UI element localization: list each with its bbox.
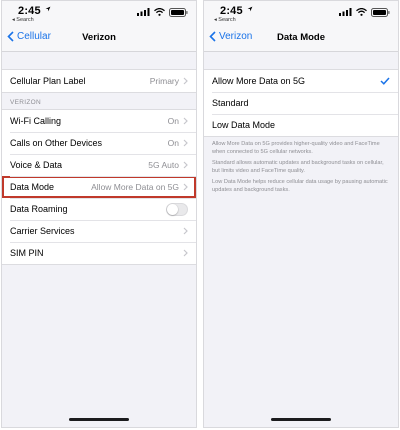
row-value: Allow More Data on 5G bbox=[91, 182, 179, 192]
plan-label-group: Cellular Plan Label Primary bbox=[2, 69, 196, 93]
chevron-right-icon bbox=[183, 77, 188, 85]
row-value: Primary bbox=[149, 76, 179, 86]
battery-icon bbox=[169, 7, 188, 17]
status-time: 2:45 bbox=[220, 5, 243, 17]
verizon-settings-screen: 2:45 ◂ Search Cellular Verizon Cellular … bbox=[1, 0, 197, 428]
home-indicator bbox=[69, 418, 129, 421]
navigation-bar: Cellular Verizon bbox=[2, 25, 196, 52]
wifi-icon bbox=[154, 8, 165, 16]
chevron-right-icon bbox=[183, 249, 188, 257]
signal-bars-icon bbox=[137, 8, 150, 16]
carrier-services-row[interactable]: Carrier Services bbox=[2, 220, 196, 242]
status-bar: 2:45 ◂ Search bbox=[204, 1, 398, 25]
location-arrow-icon bbox=[45, 6, 51, 12]
sim-pin-row[interactable]: SIM PIN bbox=[2, 242, 196, 264]
status-time: 2:45 bbox=[18, 5, 41, 17]
checkmark-icon bbox=[380, 77, 390, 85]
option-low-data-mode[interactable]: Low Data Mode bbox=[204, 114, 398, 136]
option-label: Low Data Mode bbox=[212, 120, 276, 130]
voice-and-data-row[interactable]: Voice & Data 5G Auto bbox=[2, 154, 196, 176]
home-indicator bbox=[271, 418, 331, 421]
navigation-bar: Verizon Data Mode bbox=[204, 25, 398, 52]
system-icons bbox=[137, 7, 188, 17]
location-arrow-icon bbox=[247, 6, 253, 12]
back-to-search-link[interactable]: ◂ Search bbox=[12, 17, 34, 23]
section-header-verizon: VERIZON bbox=[10, 99, 41, 106]
chevron-right-icon bbox=[183, 139, 188, 147]
row-label: Carrier Services bbox=[10, 226, 75, 236]
data-mode-screen: 2:45 ◂ Search Verizon Data Mode Allow Mo… bbox=[203, 0, 399, 428]
row-value: On bbox=[167, 116, 179, 126]
battery-icon bbox=[371, 7, 390, 17]
chevron-right-icon bbox=[183, 227, 188, 235]
wifi-calling-row[interactable]: Wi-Fi Calling On bbox=[2, 110, 196, 132]
row-label: Voice & Data bbox=[10, 160, 63, 170]
footnote-standard: Standard allows automatic updates and ba… bbox=[212, 160, 384, 174]
data-mode-options-group: Allow More Data on 5G Standard Low Data … bbox=[204, 69, 398, 137]
option-label: Allow More Data on 5G bbox=[212, 76, 306, 86]
back-to-search-link[interactable]: ◂ Search bbox=[214, 17, 236, 23]
row-label: Wi-Fi Calling bbox=[10, 116, 62, 126]
row-label: SIM PIN bbox=[10, 248, 44, 258]
back-button-verizon[interactable]: Verizon bbox=[209, 31, 252, 42]
row-value: On bbox=[167, 138, 179, 148]
option-label: Standard bbox=[212, 98, 249, 108]
back-button-label: Verizon bbox=[219, 31, 253, 42]
back-button-label: Cellular bbox=[17, 31, 51, 42]
row-label: Data Roaming bbox=[10, 204, 68, 214]
wifi-icon bbox=[356, 8, 367, 16]
calls-on-other-devices-row[interactable]: Calls on Other Devices On bbox=[2, 132, 196, 154]
data-mode-row[interactable]: Data Mode Allow More Data on 5G bbox=[2, 176, 196, 198]
footnote-low-data-mode: Low Data Mode helps reduce cellular data… bbox=[212, 179, 388, 193]
chevron-right-icon bbox=[183, 161, 188, 169]
cellular-plan-label-row[interactable]: Cellular Plan Label Primary bbox=[2, 70, 196, 92]
toggle-knob bbox=[167, 203, 178, 215]
chevron-right-icon bbox=[183, 117, 188, 125]
back-button-cellular[interactable]: Cellular bbox=[7, 31, 51, 42]
data-roaming-toggle[interactable] bbox=[166, 202, 188, 216]
row-value: 5G Auto bbox=[148, 160, 179, 170]
row-label: Calls on Other Devices bbox=[10, 138, 103, 148]
signal-bars-icon bbox=[339, 8, 352, 16]
data-roaming-row: Data Roaming bbox=[2, 198, 196, 220]
option-allow-more-data-on-5g[interactable]: Allow More Data on 5G bbox=[204, 70, 398, 92]
chevron-right-icon bbox=[183, 183, 188, 191]
verizon-settings-group: Wi-Fi Calling On Calls on Other Devices … bbox=[2, 109, 196, 265]
chevron-left-icon bbox=[7, 31, 14, 42]
row-label: Data Mode bbox=[10, 182, 55, 192]
chevron-left-icon bbox=[209, 31, 216, 42]
footnote-allow-more-data: Allow More Data on 5G provides higher-qu… bbox=[212, 141, 380, 155]
system-icons bbox=[339, 7, 390, 17]
row-label: Cellular Plan Label bbox=[10, 76, 86, 86]
status-bar: 2:45 ◂ Search bbox=[2, 1, 196, 25]
option-standard[interactable]: Standard bbox=[204, 92, 398, 114]
